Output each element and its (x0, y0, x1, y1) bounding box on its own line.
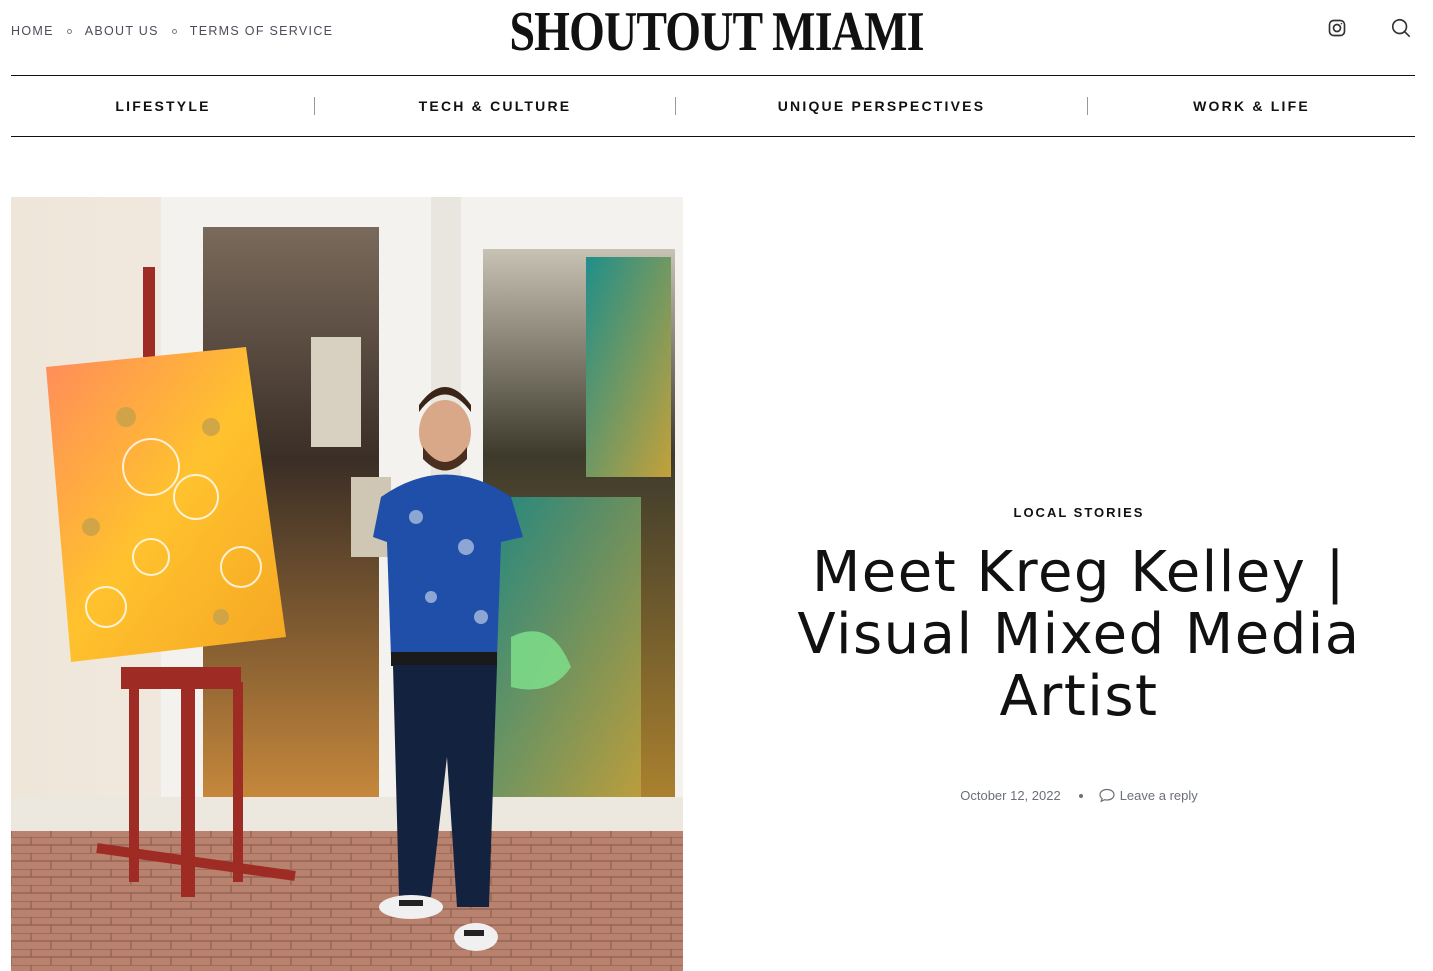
category-nav-lifestyle[interactable]: LIFESTYLE (11, 76, 315, 136)
category-nav-work-life[interactable]: WORK & LIFE (1088, 76, 1415, 136)
site-logo[interactable]: SHOUTOUT MIAMI (0, 2, 1433, 62)
article-meta: October 12, 2022 Leave a reply (760, 788, 1398, 803)
leave-reply-label[interactable]: Leave a reply (1120, 788, 1198, 803)
search-icon[interactable] (1389, 16, 1413, 40)
comment-icon (1099, 788, 1115, 803)
featured-image[interactable] (11, 197, 683, 971)
category-nav: LIFESTYLE TECH & CULTURE UNIQUE PERSPECT… (11, 76, 1415, 136)
instagram-icon[interactable] (1325, 16, 1349, 40)
article-title: Meet Kreg Kelley | Visual Mixed Media Ar… (797, 540, 1361, 729)
category-nav-tech-culture[interactable]: TECH & CULTURE (315, 76, 675, 136)
article-category[interactable]: LOCAL STORIES (760, 505, 1398, 520)
nav-divider-bottom (11, 136, 1415, 137)
header-icons (1325, 16, 1413, 40)
meta-separator (1078, 793, 1083, 798)
category-nav-unique-perspectives[interactable]: UNIQUE PERSPECTIVES (676, 76, 1087, 136)
site-header: HOME ABOUT US TERMS OF SERVICE SHOUTOUT … (0, 0, 1433, 75)
leave-reply-link[interactable]: Leave a reply (1099, 788, 1198, 803)
featured-image-art (11, 197, 683, 971)
article-header: LOCAL STORIES Meet Kreg Kelley | Visual … (760, 505, 1398, 803)
site-logo-text[interactable]: SHOUTOUT MIAMI (509, 2, 924, 62)
article-date[interactable]: October 12, 2022 (960, 788, 1060, 803)
